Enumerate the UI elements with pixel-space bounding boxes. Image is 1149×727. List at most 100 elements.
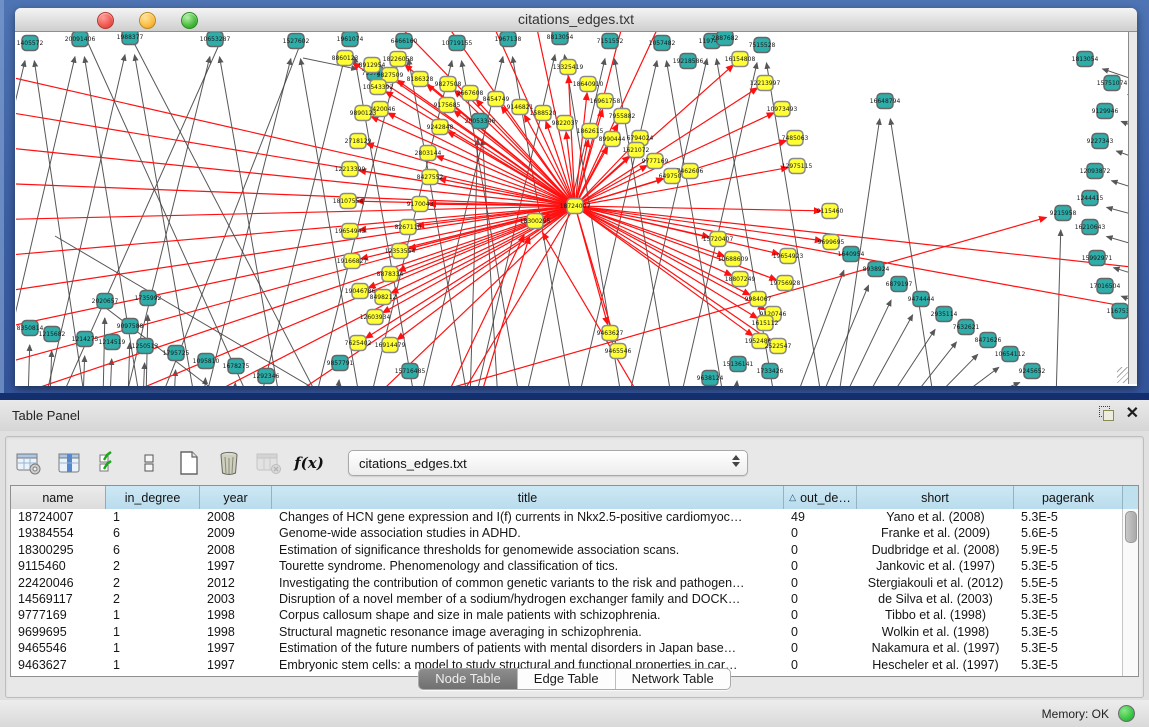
float-panel-icon[interactable] <box>1099 406 1114 421</box>
network-node[interactable]: 9465546 <box>605 344 632 359</box>
network-window[interactable]: citations_edges.txt 14055722009140619883… <box>15 8 1137 386</box>
network-node[interactable]: 1735992 <box>135 291 162 306</box>
table-row[interactable]: 977716911998Corpus callosum shape and si… <box>11 607 1123 623</box>
network-node[interactable]: 8860123 <box>332 51 359 66</box>
network-view[interactable]: 1405572200914061988377106532871527602196… <box>16 32 1136 386</box>
table-cell[interactable]: 2008 <box>200 542 272 558</box>
table-cell[interactable]: Stergiakouli et al. (2012) <box>857 575 1014 591</box>
create-table-icon[interactable] <box>176 451 202 475</box>
column-header-title[interactable]: title <box>272 486 784 509</box>
network-node[interactable]: 9474444 <box>908 292 935 307</box>
table-cell[interactable]: 49 <box>784 509 857 525</box>
table-cell[interactable]: 1 <box>106 607 200 623</box>
table-cell[interactable]: Wolkin et al. (1998) <box>857 624 1014 640</box>
table-cell[interactable]: 5.3E-5 <box>1014 591 1123 607</box>
network-node[interactable]: 6879197 <box>886 277 913 292</box>
table-cell[interactable]: 0 <box>784 607 857 623</box>
table-selector-dropdown[interactable]: citations_edges.txt <box>348 450 748 476</box>
table-cell[interactable]: 0 <box>784 640 857 656</box>
network-node[interactable]: 16914479 <box>375 338 406 353</box>
table-cell[interactable]: 5.6E-5 <box>1014 525 1123 541</box>
table-cell[interactable]: Tibbo et al. (1998) <box>857 607 1014 623</box>
table-cell[interactable]: 1997 <box>200 640 272 656</box>
network-node[interactable]: 18226058 <box>383 52 414 67</box>
column-header-short[interactable]: short <box>857 486 1014 509</box>
network-node[interactable]: 9245652 <box>1019 364 1046 379</box>
table-cell[interactable]: 0 <box>784 525 857 541</box>
network-node[interactable]: 7515528 <box>749 38 776 53</box>
network-node[interactable]: 8427552 <box>417 170 444 185</box>
close-panel-icon[interactable]: ✕ <box>1126 406 1139 421</box>
network-node[interactable]: 9129946 <box>1092 104 1119 119</box>
network-node[interactable]: 16210643 <box>1075 220 1106 235</box>
network-node[interactable]: 10719155 <box>442 36 473 51</box>
table-cell[interactable]: 2003 <box>200 591 272 607</box>
table-cell[interactable]: Franke et al. (2009) <box>857 525 1014 541</box>
network-node[interactable]: 1733426 <box>757 364 784 379</box>
column-header-year[interactable]: year <box>200 486 272 509</box>
table-cell[interactable]: 2009 <box>200 525 272 541</box>
table-cell[interactable]: 5.5E-5 <box>1014 575 1123 591</box>
table-row[interactable]: 946554611997Estimation of the future num… <box>11 640 1123 656</box>
table-row[interactable]: 1830029562008Estimation of significance … <box>11 542 1123 558</box>
network-node[interactable]: 8471626 <box>975 333 1002 348</box>
network-node[interactable]: 18640910 <box>573 77 604 92</box>
table-cell[interactable]: 1998 <box>200 607 272 623</box>
network-node[interactable]: 20091406 <box>65 32 96 47</box>
network-node[interactable]: 7485063 <box>782 131 809 146</box>
row-options-icon[interactable] <box>136 451 162 475</box>
network-node[interactable]: 12603934 <box>360 310 391 325</box>
network-node[interactable]: 2718129 <box>345 134 372 149</box>
table-cell[interactable]: Changes of HCN gene expression and I(f) … <box>272 509 784 525</box>
table-cell[interactable]: 0 <box>784 558 857 574</box>
network-node[interactable]: 6466160 <box>391 34 418 49</box>
table-cell[interactable]: 18300295 <box>11 542 106 558</box>
table-cell[interactable]: 1 <box>106 509 200 525</box>
table-cell[interactable]: 18724007 <box>11 509 106 525</box>
network-node[interactable]: 9227343 <box>1087 134 1114 149</box>
table-cell[interactable]: 0 <box>784 542 857 558</box>
network-node[interactable]: 1405572 <box>17 36 44 51</box>
table-cell[interactable]: 1 <box>106 624 200 640</box>
table-cell[interactable]: 1997 <box>200 558 272 574</box>
show-columns-icon[interactable] <box>56 451 82 475</box>
table-cell[interactable]: 2 <box>106 591 200 607</box>
network-window-titlebar[interactable]: citations_edges.txt <box>15 8 1137 32</box>
table-cell[interactable]: Genome-wide association studies in ADHD. <box>272 525 784 541</box>
table-cell[interactable]: Jankovic et al. (1997) <box>857 558 1014 574</box>
scrollbar-thumb[interactable] <box>1125 511 1137 543</box>
table-cell[interactable]: Estimation of significance thresholds fo… <box>272 542 784 558</box>
table-cell[interactable]: 9777169 <box>11 607 106 623</box>
network-node[interactable]: 9463627 <box>597 326 624 341</box>
network-node[interactable]: 9699695 <box>818 235 845 250</box>
vertical-scrollbar[interactable] <box>1122 509 1138 676</box>
table-cell[interactable]: 6 <box>106 525 200 541</box>
column-header-name[interactable]: name <box>11 486 106 509</box>
network-node[interactable]: 9115460 <box>817 204 844 219</box>
table-cell[interactable]: 2008 <box>200 509 272 525</box>
table-cell[interactable]: Tourette syndrome. Phenomenology and cla… <box>272 558 784 574</box>
table-cell[interactable]: 5.3E-5 <box>1014 509 1123 525</box>
table-row[interactable]: 911546021997Tourette syndrome. Phenomeno… <box>11 558 1123 574</box>
network-node[interactable]: 10688609 <box>718 252 749 267</box>
table-cell[interactable]: Yano et al. (2008) <box>857 509 1014 525</box>
network-node[interactable]: 15716485 <box>395 364 426 379</box>
network-canvas[interactable]: 1405572200914061988377106532871527602196… <box>16 32 1136 386</box>
table-cell[interactable]: 1 <box>106 640 200 656</box>
table-cell[interactable]: 14569117 <box>11 591 106 607</box>
network-node[interactable]: 1244415 <box>1077 191 1104 206</box>
table-row[interactable]: 1872400712008Changes of HCN gene express… <box>11 509 1123 525</box>
network-node[interactable]: 19218586 <box>673 54 704 69</box>
table-cell[interactable]: Dudbridge et al. (2008) <box>857 542 1014 558</box>
table-cell[interactable]: 6 <box>106 542 200 558</box>
network-node[interactable]: 12093872 <box>1080 164 1111 179</box>
network-node[interactable]: 8454749 <box>483 92 510 107</box>
network-node[interactable]: 19654943 <box>335 224 366 239</box>
table-cell[interactable]: Structural magnetic resonance image aver… <box>272 624 784 640</box>
table-cell[interactable]: Disruption of a novel member of a sodium… <box>272 591 784 607</box>
network-node[interactable]: 2935114 <box>931 307 958 322</box>
table-cell[interactable]: Estimation of the future numbers of pati… <box>272 640 784 656</box>
network-node[interactable]: 13325419 <box>553 60 584 75</box>
network-node[interactable]: 1095810 <box>193 354 220 369</box>
network-node[interactable]: 7632621 <box>953 320 980 335</box>
